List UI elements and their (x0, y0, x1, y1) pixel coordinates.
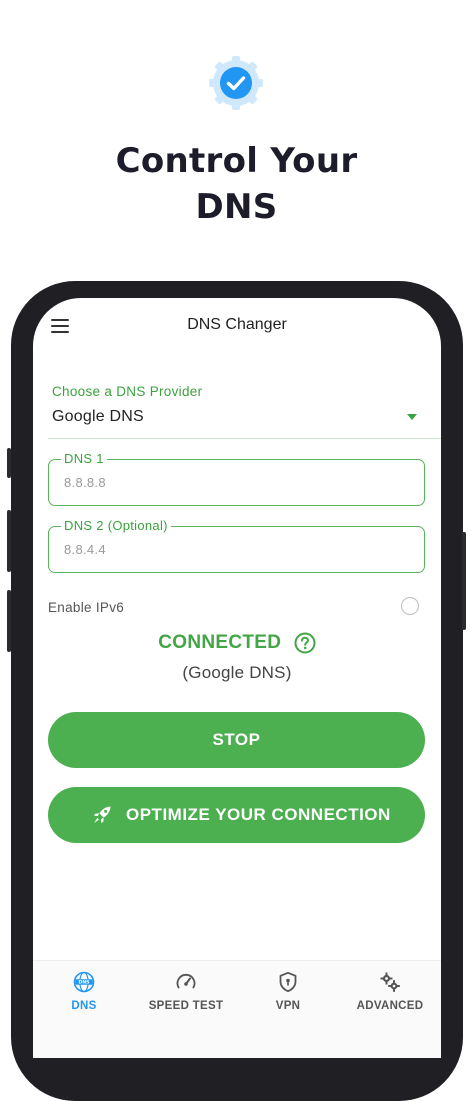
dns-1-field[interactable]: DNS 1 8.8.8.8 (48, 451, 425, 506)
dns-1-input[interactable]: 8.8.8.8 (64, 475, 106, 490)
phone-side-button-1 (7, 448, 11, 478)
help-icon[interactable] (294, 632, 316, 654)
dns-2-input[interactable]: 8.8.4.4 (64, 542, 106, 557)
nav-item-advanced[interactable]: ADVANCED (339, 961, 441, 1025)
dns-provider-underline (48, 438, 441, 439)
app-title: DNS Changer (187, 316, 287, 333)
gears-icon (380, 972, 400, 992)
phone-power-button (462, 532, 466, 630)
enable-ipv6-label: Enable IPv6 (48, 600, 125, 615)
dns-globe-icon: DNS (73, 971, 95, 993)
nav-item-speed-test[interactable]: SPEED TEST (135, 961, 237, 1025)
nav-label-speed-test: SPEED TEST (148, 1000, 224, 1012)
nav-label-advanced: ADVANCED (356, 1000, 424, 1012)
nav-item-dns[interactable]: DNS DNS (33, 961, 135, 1025)
hero-title: Control Your DNS (0, 138, 473, 230)
nav-label-dns: DNS (71, 1000, 97, 1012)
check-gear-badge-icon (209, 56, 263, 110)
hero-title-line-1: Control Your (115, 141, 358, 181)
dns-2-label: DNS 2 (Optional) (61, 518, 171, 533)
phone-side-button-3 (7, 590, 11, 652)
phone-side-button-2 (7, 510, 11, 572)
dns-1-label: DNS 1 (61, 451, 107, 466)
status-provider: (Google DNS) (182, 663, 292, 682)
status-text: CONNECTED (158, 632, 282, 653)
dns-provider-value[interactable]: Google DNS (52, 408, 144, 426)
nav-label-vpn: VPN (275, 1000, 301, 1012)
rocket-icon (93, 806, 111, 824)
dns-provider-label: Choose a DNS Provider (52, 384, 203, 399)
enable-ipv6-radio[interactable] (401, 597, 419, 615)
bottom-navigation: DNS DNS SPEED TEST VPN ADVANCED (33, 960, 441, 1058)
optimize-button-label: OPTIMIZE YOUR CONNECTION (126, 805, 391, 824)
connection-status: CONNECTED (33, 632, 441, 658)
dropdown-arrow-icon[interactable] (407, 414, 417, 420)
nav-item-vpn[interactable]: VPN (237, 961, 339, 1025)
optimize-connection-button[interactable]: OPTIMIZE YOUR CONNECTION (48, 787, 425, 843)
speedometer-icon (176, 973, 196, 989)
svg-text:DNS: DNS (79, 980, 90, 986)
shield-icon (279, 971, 297, 993)
stop-button[interactable]: STOP (48, 712, 425, 768)
app-bar: DNS Changer (33, 298, 441, 354)
dns-2-field[interactable]: DNS 2 (Optional) 8.8.4.4 (48, 518, 425, 573)
hero-title-line-2: DNS (195, 187, 278, 227)
app-screen: DNS Changer Choose a DNS Provider Google… (33, 298, 441, 1058)
